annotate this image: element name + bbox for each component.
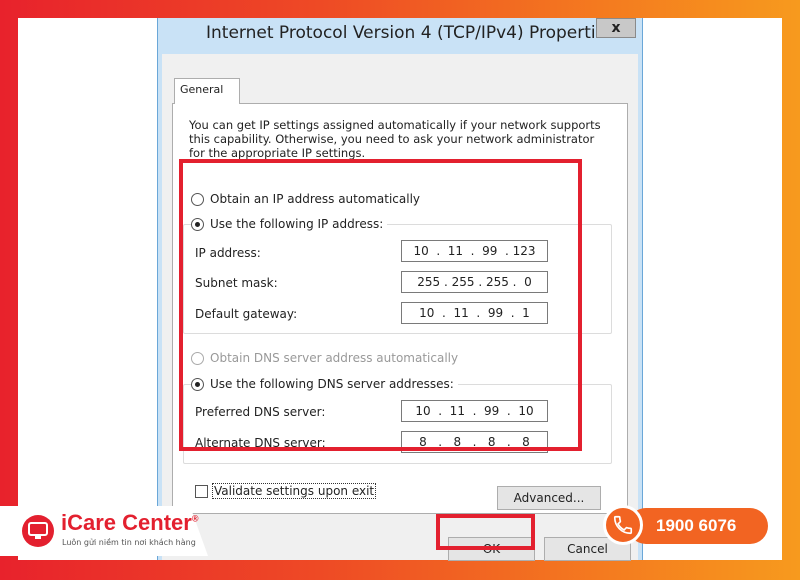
brand-trademark: ® [191, 513, 199, 524]
brand-slogan: Luôn gửi niềm tin nơi khách hàng [62, 538, 196, 547]
tab-general[interactable]: General [174, 78, 240, 104]
icare-logo-icon [22, 515, 54, 547]
window-title: Internet Protocol Version 4 (TCP/IPv4) P… [206, 23, 615, 43]
intro-text: You can get IP settings assigned automat… [189, 118, 601, 160]
close-icon: x [611, 20, 621, 36]
validate-checkbox[interactable] [195, 484, 208, 498]
advanced-button[interactable]: Advanced... [497, 486, 601, 510]
validate-label: Validate settings upon exit [212, 483, 377, 499]
hotline-number[interactable]: 1900 6076 [656, 516, 736, 536]
title-bar: Internet Protocol Version 4 (TCP/IPv4) P… [158, 18, 642, 54]
close-button[interactable]: x [596, 18, 636, 38]
ok-highlight-box [436, 514, 535, 550]
brand-name: iCare Center® [61, 510, 198, 536]
phone-icon [603, 505, 643, 545]
validate-checkbox-row[interactable]: Validate settings upon exit [195, 483, 377, 499]
brand-name-text: iCare Center [61, 510, 192, 535]
settings-highlight-box [179, 159, 582, 451]
